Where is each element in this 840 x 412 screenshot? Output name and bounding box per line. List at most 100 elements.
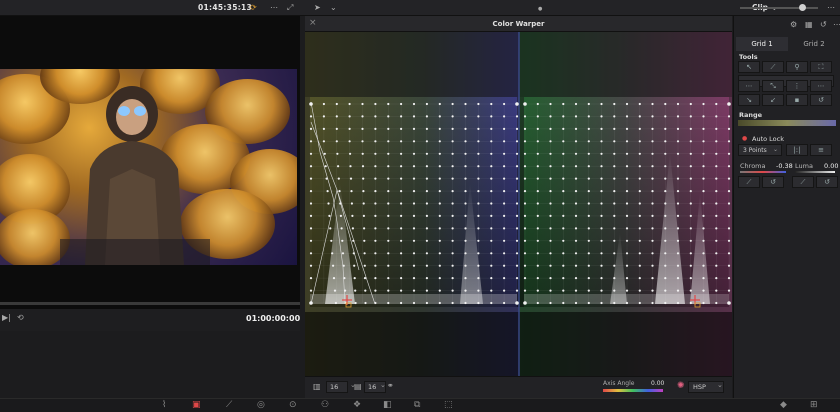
grid-point[interactable] [464,190,467,193]
grid-point[interactable] [490,252,493,255]
grid-point[interactable] [613,301,616,305]
grid-point[interactable] [562,277,565,280]
grid-point[interactable] [438,301,441,305]
grid-point[interactable] [363,277,367,280]
grid-point[interactable] [600,252,603,255]
grid-point[interactable] [664,115,667,118]
grid-point[interactable] [587,165,590,168]
grid-point[interactable] [676,140,680,143]
grid-point[interactable] [523,102,527,106]
grid-point[interactable] [651,301,654,305]
grid-point[interactable] [549,289,552,292]
reset-icon[interactable]: ↺ [816,176,838,188]
grid-point[interactable] [515,115,519,118]
grid-point[interactable] [374,214,377,217]
grid-point[interactable] [438,115,441,118]
grid-point[interactable] [651,227,654,230]
grid-point[interactable] [515,102,519,106]
grid-point[interactable] [600,289,603,292]
columns-tool-icon[interactable]: ⋮ [786,80,808,92]
grid-point[interactable] [727,227,731,230]
grid-point[interactable] [625,115,629,118]
grid-point[interactable] [702,190,705,193]
grid-point[interactable] [477,115,480,118]
grid-point[interactable] [412,227,416,230]
grid-point[interactable] [625,140,629,143]
grid-point[interactable] [400,264,403,267]
grid-point[interactable] [536,301,539,305]
grid-point[interactable] [613,102,616,106]
grid-point[interactable] [715,102,718,106]
grid-point[interactable] [638,227,641,230]
grid-point[interactable] [664,165,667,168]
grid-point[interactable] [587,239,590,242]
grid-point[interactable] [353,264,356,267]
grid-point[interactable] [503,127,506,130]
grid-point[interactable] [651,115,654,118]
grid-point[interactable] [477,277,480,280]
grid-point[interactable] [490,289,493,292]
grid-point[interactable] [562,252,565,255]
grid-point[interactable] [562,289,565,292]
grid-point[interactable] [702,264,705,267]
grid-point[interactable] [515,190,519,193]
grid-point[interactable] [425,301,428,305]
grid-point[interactable] [562,140,565,143]
grid-point[interactable] [676,252,680,255]
grid-point[interactable] [600,152,603,155]
grid-point[interactable] [425,127,428,130]
grid-point[interactable] [425,214,428,217]
grid-point[interactable] [438,264,441,267]
grid-point[interactable] [400,165,403,168]
magic-mask-icon[interactable]: ⚇ [321,400,329,410]
grid-point[interactable] [536,102,539,106]
grid-point[interactable] [363,239,366,242]
grid-point[interactable] [364,289,367,292]
grid-point[interactable] [344,289,347,292]
grid-point[interactable] [438,289,441,292]
grid-point[interactable] [361,140,364,143]
grid-point[interactable] [503,227,506,230]
grid-point[interactable] [412,214,416,217]
grid-point[interactable] [574,190,578,193]
grid-point[interactable] [438,127,441,130]
grid-point[interactable] [490,127,493,130]
grid-point[interactable] [523,140,527,143]
grid-point[interactable] [676,190,680,193]
grid-point[interactable] [503,102,506,106]
grid-point[interactable] [689,190,692,193]
grid-point[interactable] [309,140,313,143]
grid-point[interactable] [451,264,454,267]
grid-point[interactable] [374,264,377,267]
grid-point[interactable] [374,115,377,118]
grid-point[interactable] [549,140,552,143]
grid-point[interactable] [638,165,641,168]
grid-point[interactable] [451,239,454,242]
range-bar[interactable] [738,120,836,126]
grid-point[interactable] [702,115,705,118]
grid-point[interactable] [587,202,590,205]
grid-point[interactable] [309,202,313,205]
grid-point[interactable] [438,214,441,217]
grid-point[interactable] [715,140,718,143]
eyedropper-icon[interactable]: ⟋ [738,176,760,188]
grid-point[interactable] [574,115,578,118]
grid-point[interactable] [715,127,718,130]
grid-point[interactable] [412,140,416,143]
grid-point[interactable] [651,140,654,143]
grid-point[interactable] [638,152,641,155]
grid-point[interactable] [354,301,357,305]
warper-icon[interactable]: ▣ [192,400,201,410]
grid-point[interactable] [374,252,377,255]
grid-point[interactable] [664,277,667,280]
grid-point[interactable] [387,127,390,130]
grid-point[interactable] [348,115,351,118]
grid-point[interactable] [689,177,692,180]
grid-point[interactable] [425,277,428,280]
grid-point[interactable] [451,227,454,230]
grid-point[interactable] [562,264,565,267]
grid-point[interactable] [400,190,403,193]
grid-point[interactable] [676,227,680,230]
grid-point[interactable] [374,239,377,242]
grid-point[interactable] [337,165,340,168]
